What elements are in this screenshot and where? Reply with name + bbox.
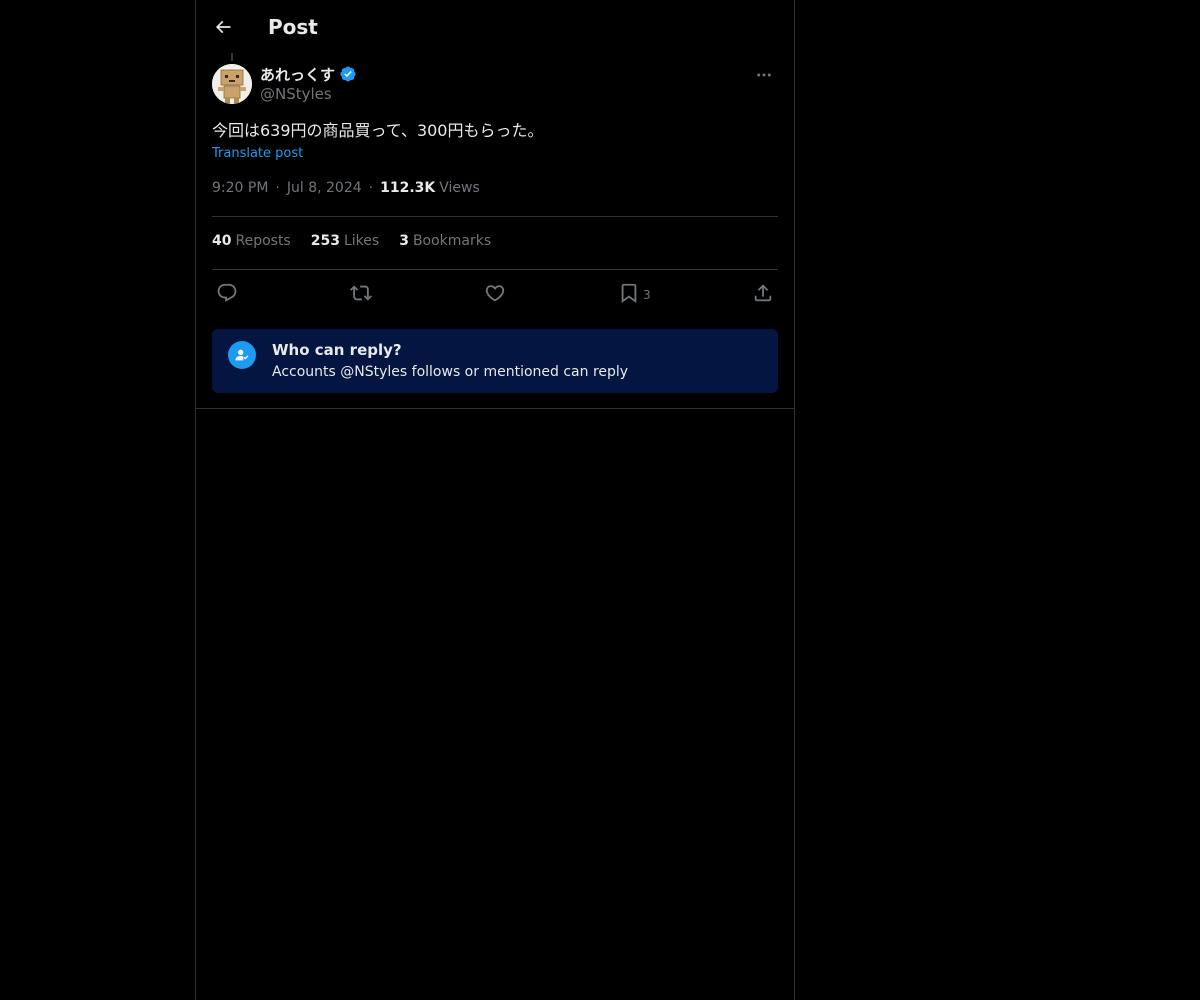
likes-count: 253: [310, 233, 340, 249]
page-title: Post: [268, 15, 318, 39]
like-button[interactable]: [484, 281, 506, 305]
views-label: Views: [439, 180, 480, 196]
translate-post-link[interactable]: Translate post: [212, 146, 303, 161]
bookmark-count: 3: [643, 287, 651, 302]
reply-restriction-description: Accounts @NStyles follows or mentioned c…: [272, 364, 629, 380]
likes-stat[interactable]: 253 Likes: [311, 233, 379, 249]
views-count: 112.3K: [380, 180, 436, 196]
post-meta: 9:20 PM · Jul 8, 2024 · 112.3K Views: [212, 180, 480, 196]
post-stats: 40 Reposts 253 Likes 3 Bookmarks: [212, 233, 511, 249]
back-button[interactable]: [208, 12, 238, 42]
avatar[interactable]: [212, 64, 252, 104]
post-actions: 3: [212, 281, 778, 305]
divider: [212, 269, 778, 270]
post-date[interactable]: Jul 8, 2024: [287, 180, 362, 196]
reposts-label: Reposts: [235, 233, 291, 249]
bookmarks-count: 3: [399, 233, 409, 249]
share-button[interactable]: [752, 281, 774, 305]
meta-separator: ·: [275, 180, 280, 196]
meta-separator: ·: [368, 180, 374, 196]
divider: [196, 408, 794, 409]
post-time[interactable]: 9:20 PM: [212, 180, 268, 196]
reply-button[interactable]: [216, 281, 238, 305]
arrow-left-icon: [215, 20, 231, 34]
reply-restriction-badge: [228, 341, 256, 369]
bookmarks-stat[interactable]: 3 Bookmarks: [399, 233, 491, 249]
more-horizontal-icon: [757, 73, 771, 77]
repost-button[interactable]: [350, 281, 372, 305]
header: Post: [196, 0, 794, 53]
share-icon: [754, 284, 772, 302]
post-text: 今回は639円の商品買って、300円もらった。: [212, 121, 544, 140]
avatar-image-icon: [212, 64, 252, 104]
author-handle[interactable]: @NStyles: [260, 85, 332, 103]
repost-icon: [350, 285, 372, 301]
thread-line: [231, 53, 233, 61]
author-name-row: あれっくす: [260, 64, 357, 84]
bookmarks-label: Bookmarks: [412, 233, 492, 249]
bookmark-button[interactable]: 3: [618, 281, 651, 305]
reposts-stat[interactable]: 40 Reposts: [212, 233, 291, 249]
person-check-icon: [235, 349, 249, 361]
main-column: Post あれっくす @NStyles 今回は639円の商品買って、300円もら…: [195, 0, 795, 1000]
reply-icon: [217, 283, 237, 302]
heart-icon: [485, 285, 505, 302]
who-can-reply-notice: Who can reply? Accounts @NStyles follows…: [212, 329, 778, 393]
likes-label: Likes: [343, 233, 380, 249]
bookmark-icon: [621, 283, 637, 304]
verified-badge-icon[interactable]: [339, 65, 357, 83]
divider: [212, 216, 778, 217]
reposts-count: 40: [212, 233, 232, 249]
author-display-name[interactable]: あれっくす: [260, 64, 335, 85]
more-options-button[interactable]: [752, 63, 776, 87]
reply-restriction-title: Who can reply?: [272, 341, 402, 359]
